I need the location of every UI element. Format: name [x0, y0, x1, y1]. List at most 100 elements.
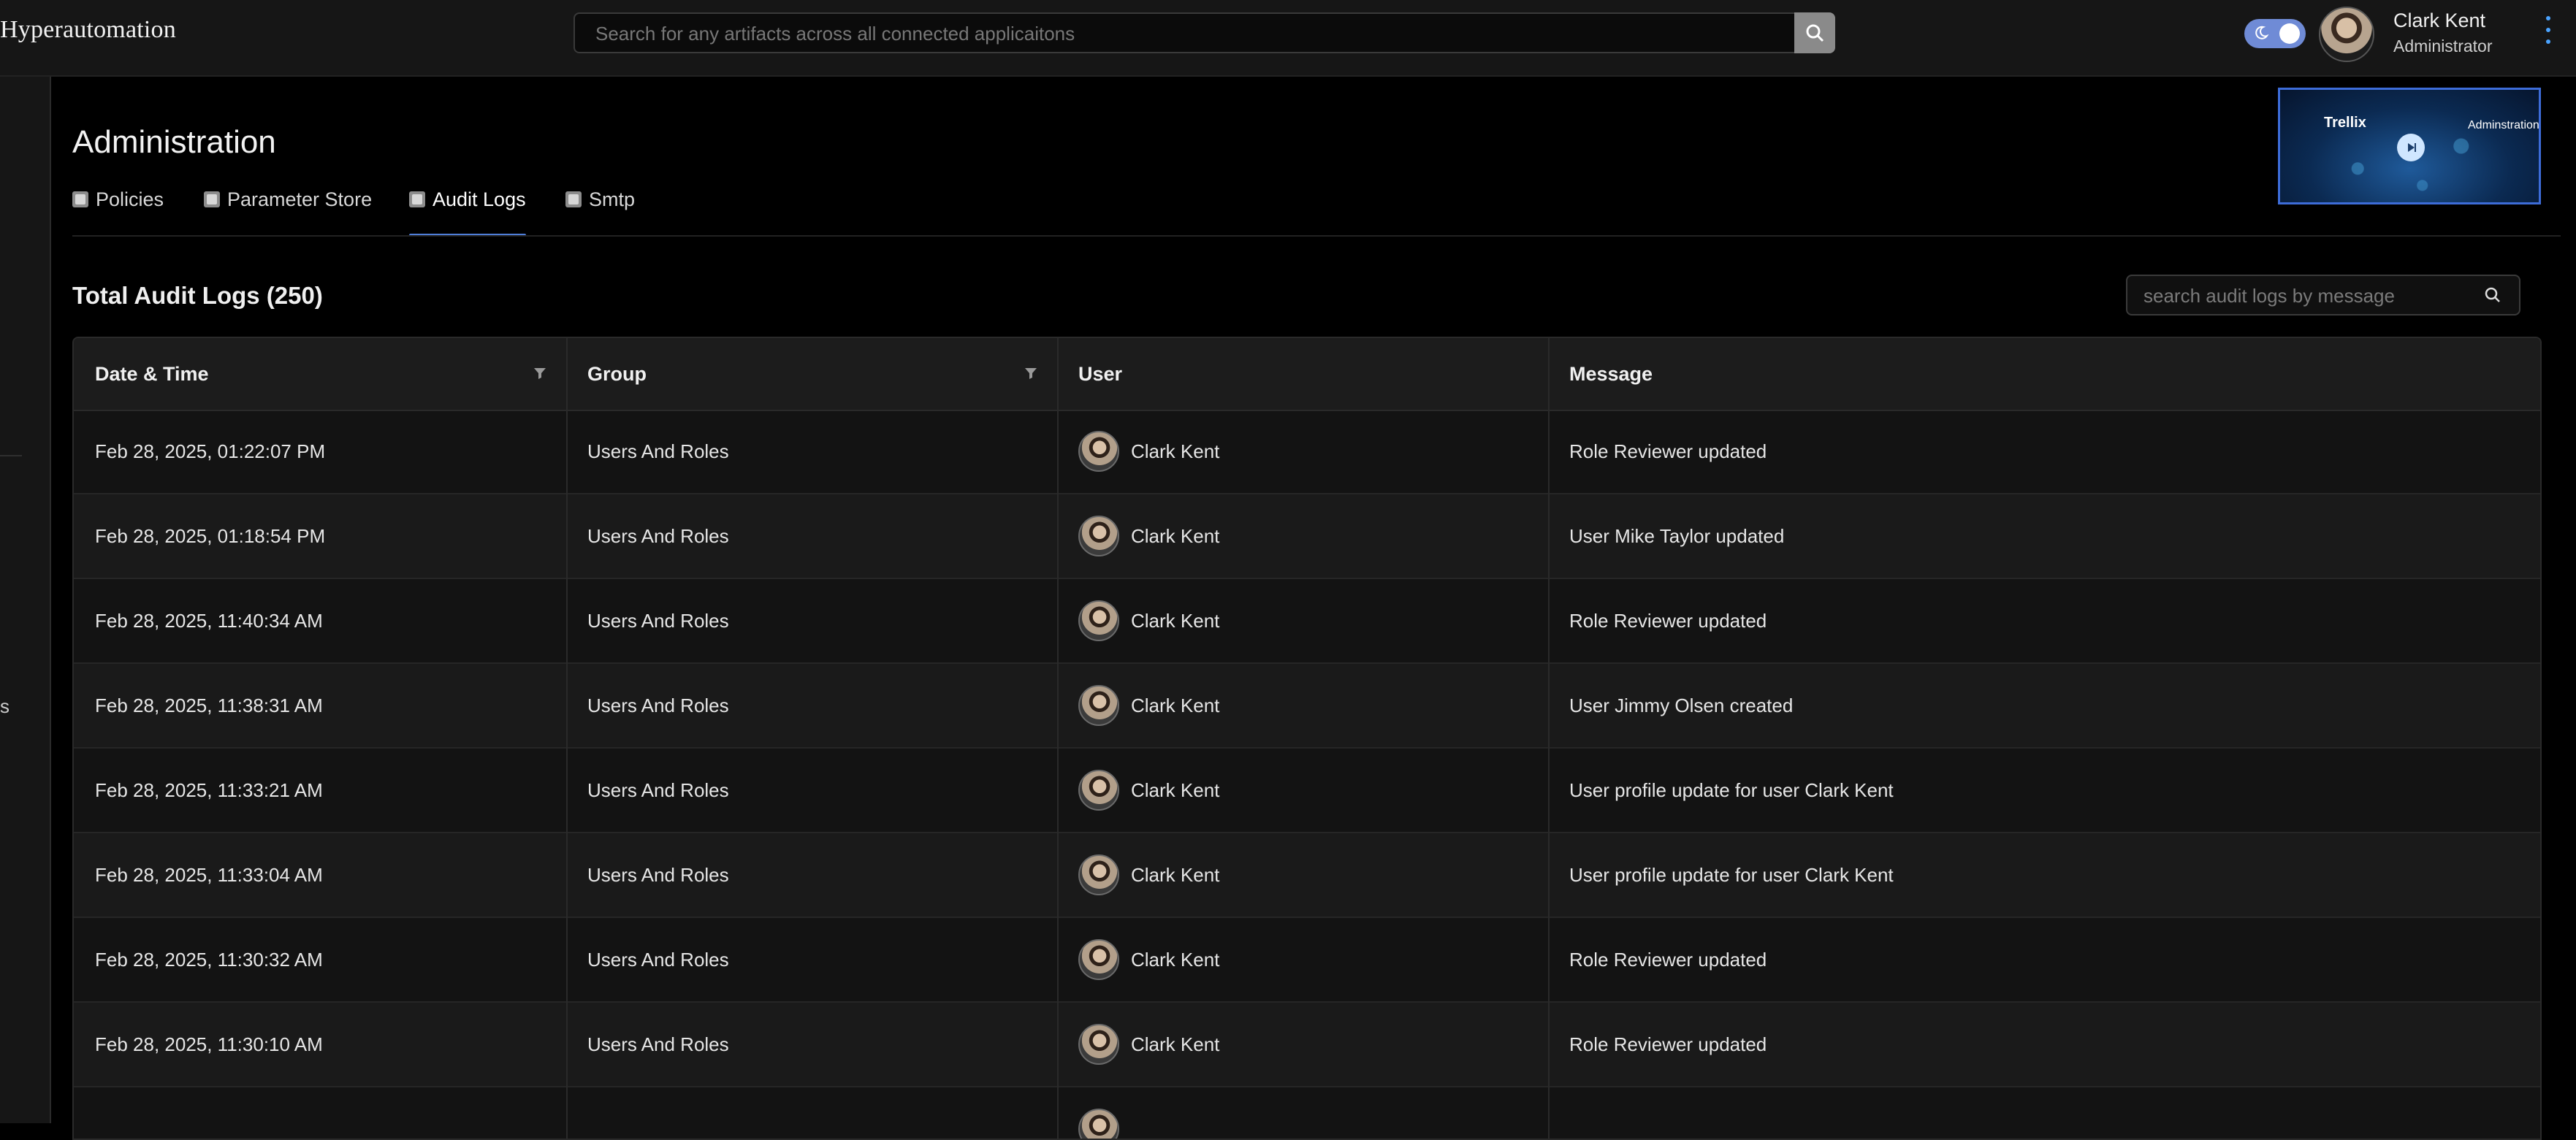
audit-logs-icon	[409, 191, 425, 207]
column-label: User	[1078, 363, 1123, 385]
user-name: Clark Kent	[1131, 610, 1220, 632]
tab-label: Audit Logs	[432, 188, 526, 210]
tabs-divider	[72, 235, 2561, 237]
cell-message: Role Reviewer updated	[1569, 440, 1767, 462]
cell-message: User profile update for user Clark Kent	[1569, 779, 1894, 801]
user-avatar	[1078, 1109, 1119, 1139]
table-row[interactable]: Feb 28, 2025, 01:18:54 PM Users And Roles…	[74, 494, 2540, 579]
cell-message: User Jimmy Olsen created	[1569, 695, 1794, 716]
user-avatar	[1078, 516, 1119, 556]
cell-user: Clark Kent	[1057, 410, 1548, 493]
toggle-knob	[2279, 23, 2300, 44]
cell-message: User Mike Taylor updated	[1569, 525, 1785, 547]
moon-icon	[2255, 26, 2269, 39]
column-header-message: Message	[1548, 338, 2540, 410]
user-avatar	[1078, 431, 1119, 472]
user-avatar	[1078, 1024, 1119, 1065]
user-avatar	[1078, 770, 1119, 811]
table-row[interactable]: Feb 28, 2025, 01:22:07 PM Users And Roles…	[74, 410, 2540, 494]
tab-label: Parameter Store	[227, 188, 373, 210]
column-label: Date & Time	[95, 363, 209, 385]
cell-user	[1057, 1087, 1548, 1139]
audit-log-table: Date & Time Group User Message Feb 28, 2…	[72, 337, 2542, 1140]
tab-label: Policies	[96, 188, 164, 210]
cell-datetime: Feb 28, 2025, 11:30:10 AM	[95, 1033, 323, 1055]
cell-user: Clark Kent	[1057, 749, 1548, 832]
user-name: Clark Kent	[1131, 949, 1220, 971]
play-icon[interactable]	[2397, 134, 2425, 161]
table-row[interactable]: Feb 28, 2025, 11:38:31 AM Users And Roles…	[74, 664, 2540, 749]
sidebar-divider	[0, 455, 22, 456]
column-label: Message	[1569, 363, 1653, 385]
table-row[interactable]: Feb 28, 2025, 11:30:32 AM Users And Roles…	[74, 918, 2540, 1003]
parameter-store-icon	[204, 191, 220, 207]
tab-parameter-store[interactable]: Parameter Store	[204, 188, 372, 235]
cell-datetime: Feb 28, 2025, 11:40:34 AM	[95, 610, 323, 632]
cell-group: Users And Roles	[587, 440, 729, 462]
cell-datetime: Feb 28, 2025, 11:38:31 AM	[95, 695, 323, 716]
user-name: Clark Kent	[2393, 9, 2486, 31]
filter-icon[interactable]	[1024, 366, 1038, 380]
thumbnail-label: Adminstration	[2468, 119, 2539, 131]
column-header-user: User	[1057, 338, 1548, 410]
user-avatar	[1078, 854, 1119, 895]
cell-datetime: Feb 28, 2025, 11:33:21 AM	[95, 779, 323, 801]
cell-group: Users And Roles	[587, 864, 729, 886]
cell-datetime: Feb 28, 2025, 11:30:32 AM	[95, 949, 323, 971]
table-row[interactable]: Feb 28, 2025, 11:33:04 AM Users And Roles…	[74, 833, 2540, 918]
cell-group: Users And Roles	[587, 610, 729, 632]
cell-user: Clark Kent	[1057, 1003, 1548, 1086]
cell-message: Role Reviewer updated	[1569, 949, 1767, 971]
global-search-button[interactable]	[1794, 12, 1835, 53]
video-thumbnail[interactable]: Trellix Adminstration	[2278, 88, 2541, 204]
global-search-input[interactable]	[594, 14, 1766, 53]
audit-logs-count-title: Total Audit Logs (250)	[72, 282, 323, 309]
more-menu-icon[interactable]	[2545, 16, 2552, 57]
user-name: Clark Kent	[1131, 864, 1220, 886]
table-row[interactable]: Feb 28, 2025, 11:30:10 AM Users And Roles…	[74, 1003, 2540, 1087]
column-label: Group	[587, 363, 647, 385]
sidebar-item-label[interactable]: s	[0, 695, 9, 718]
audit-log-search-input[interactable]	[2142, 276, 2481, 315]
table-row[interactable]: Feb 28, 2025, 11:33:21 AM Users And Roles…	[74, 749, 2540, 833]
table-row[interactable]: Feb 28, 2025, 11:40:34 AM Users And Roles…	[74, 579, 2540, 664]
tab-smtp[interactable]: Smtp	[565, 188, 635, 235]
tab-label: Smtp	[589, 188, 636, 210]
audit-log-search	[2126, 275, 2520, 315]
page-title: Administration	[72, 124, 276, 160]
table-header: Date & Time Group User Message	[74, 338, 2540, 411]
column-divider	[566, 338, 568, 1139]
tab-policies[interactable]: Policies	[72, 188, 164, 235]
user-role: Administrator	[2393, 37, 2493, 56]
sidebar: s	[0, 77, 51, 1123]
user-avatar	[1078, 600, 1119, 641]
cell-user: Clark Kent	[1057, 918, 1548, 1001]
cell-user: Clark Kent	[1057, 579, 1548, 662]
user-avatar[interactable]	[2319, 7, 2374, 62]
global-search	[573, 12, 1835, 53]
user-avatar	[1078, 939, 1119, 980]
thumbnail-brand: Trellix	[2324, 115, 2366, 131]
user-name: Clark Kent	[1131, 779, 1220, 801]
app-title[interactable]: Hyperautomation	[0, 16, 176, 44]
smtp-icon	[565, 191, 582, 207]
cell-user: Clark Kent	[1057, 664, 1548, 747]
cell-datetime: Feb 28, 2025, 01:18:54 PM	[95, 525, 326, 547]
column-divider	[1548, 338, 1550, 1139]
theme-toggle[interactable]	[2244, 19, 2306, 48]
cell-group: Users And Roles	[587, 779, 729, 801]
cell-group: Users And Roles	[587, 695, 729, 716]
column-divider	[1057, 338, 1059, 1139]
table-row[interactable]	[74, 1087, 2540, 1139]
column-header-group[interactable]: Group	[566, 338, 1057, 410]
tab-audit-logs[interactable]: Audit Logs	[409, 188, 526, 237]
cell-group: Users And Roles	[587, 1033, 729, 1055]
search-icon[interactable]	[2484, 286, 2501, 304]
user-name: Clark Kent	[1131, 695, 1220, 716]
filter-icon[interactable]	[533, 366, 547, 380]
cell-group: Users And Roles	[587, 525, 729, 547]
column-header-datetime[interactable]: Date & Time	[74, 338, 566, 410]
user-name: Clark Kent	[1131, 525, 1220, 547]
cell-message: Role Reviewer updated	[1569, 610, 1767, 632]
policies-icon	[72, 191, 88, 207]
